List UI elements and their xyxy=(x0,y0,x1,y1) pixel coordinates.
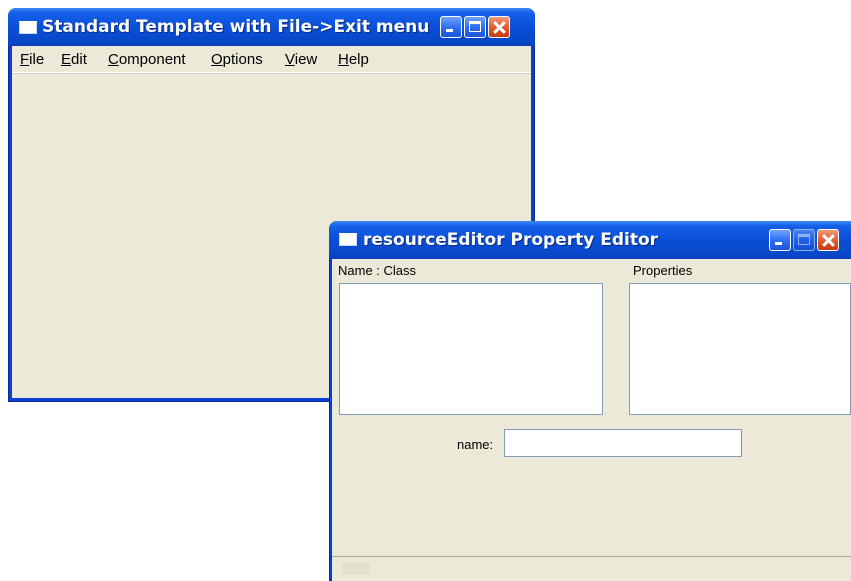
application-window-icon[interactable] xyxy=(19,21,37,34)
menu-bar: File Edit Component Options View Help xyxy=(12,46,531,73)
close-button[interactable] xyxy=(817,229,839,251)
menu-edit[interactable]: Edit xyxy=(61,51,87,68)
maximize-icon xyxy=(469,21,481,32)
name-field[interactable] xyxy=(504,429,742,457)
maximize-button[interactable] xyxy=(464,16,486,38)
property-editor-window: resourceEditor Property Editor Name : Cl… xyxy=(329,221,851,581)
name-class-list[interactable] xyxy=(339,283,603,415)
minimize-button[interactable] xyxy=(440,16,462,38)
maximize-icon xyxy=(798,234,810,245)
property-editor-client-area: Name : Class Properties name: xyxy=(332,259,851,581)
application-window-icon[interactable] xyxy=(339,233,357,246)
properties-list[interactable] xyxy=(629,283,851,415)
minimize-icon xyxy=(446,29,453,32)
status-bar-panel xyxy=(342,563,370,575)
menu-view[interactable]: View xyxy=(285,51,317,68)
minimize-button[interactable] xyxy=(769,229,791,251)
name-class-label: Name : Class xyxy=(338,263,417,278)
window-title: resourceEditor Property Editor xyxy=(363,230,659,250)
menu-help[interactable]: Help xyxy=(338,51,369,68)
menu-options[interactable]: Options xyxy=(211,51,263,68)
menu-file[interactable]: File xyxy=(20,51,44,68)
menu-component[interactable]: Component xyxy=(108,51,186,68)
window-title: Standard Template with File->Exit menu xyxy=(42,17,430,37)
close-icon xyxy=(818,230,838,250)
minimize-icon xyxy=(775,242,782,245)
name-field-label: name: xyxy=(457,437,494,452)
property-editor-titlebar[interactable]: resourceEditor Property Editor xyxy=(329,221,851,259)
standard-template-titlebar[interactable]: Standard Template with File->Exit menu xyxy=(8,8,535,46)
close-button[interactable] xyxy=(488,16,510,38)
close-icon xyxy=(489,17,509,37)
maximize-button[interactable] xyxy=(793,229,815,251)
properties-label: Properties xyxy=(633,263,693,278)
